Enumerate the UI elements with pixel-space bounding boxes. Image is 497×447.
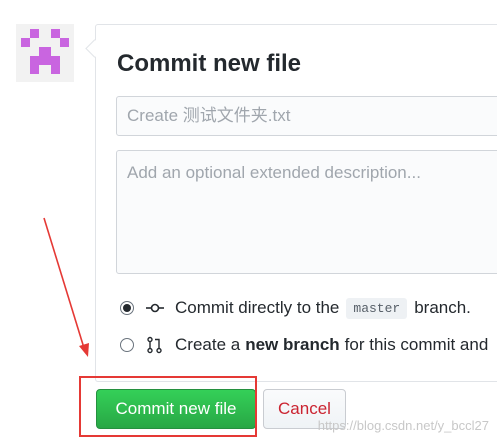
annotation-arrow-icon — [43, 217, 89, 357]
watermark: https://blog.csdn.net/y_bccl27 — [317, 418, 489, 433]
